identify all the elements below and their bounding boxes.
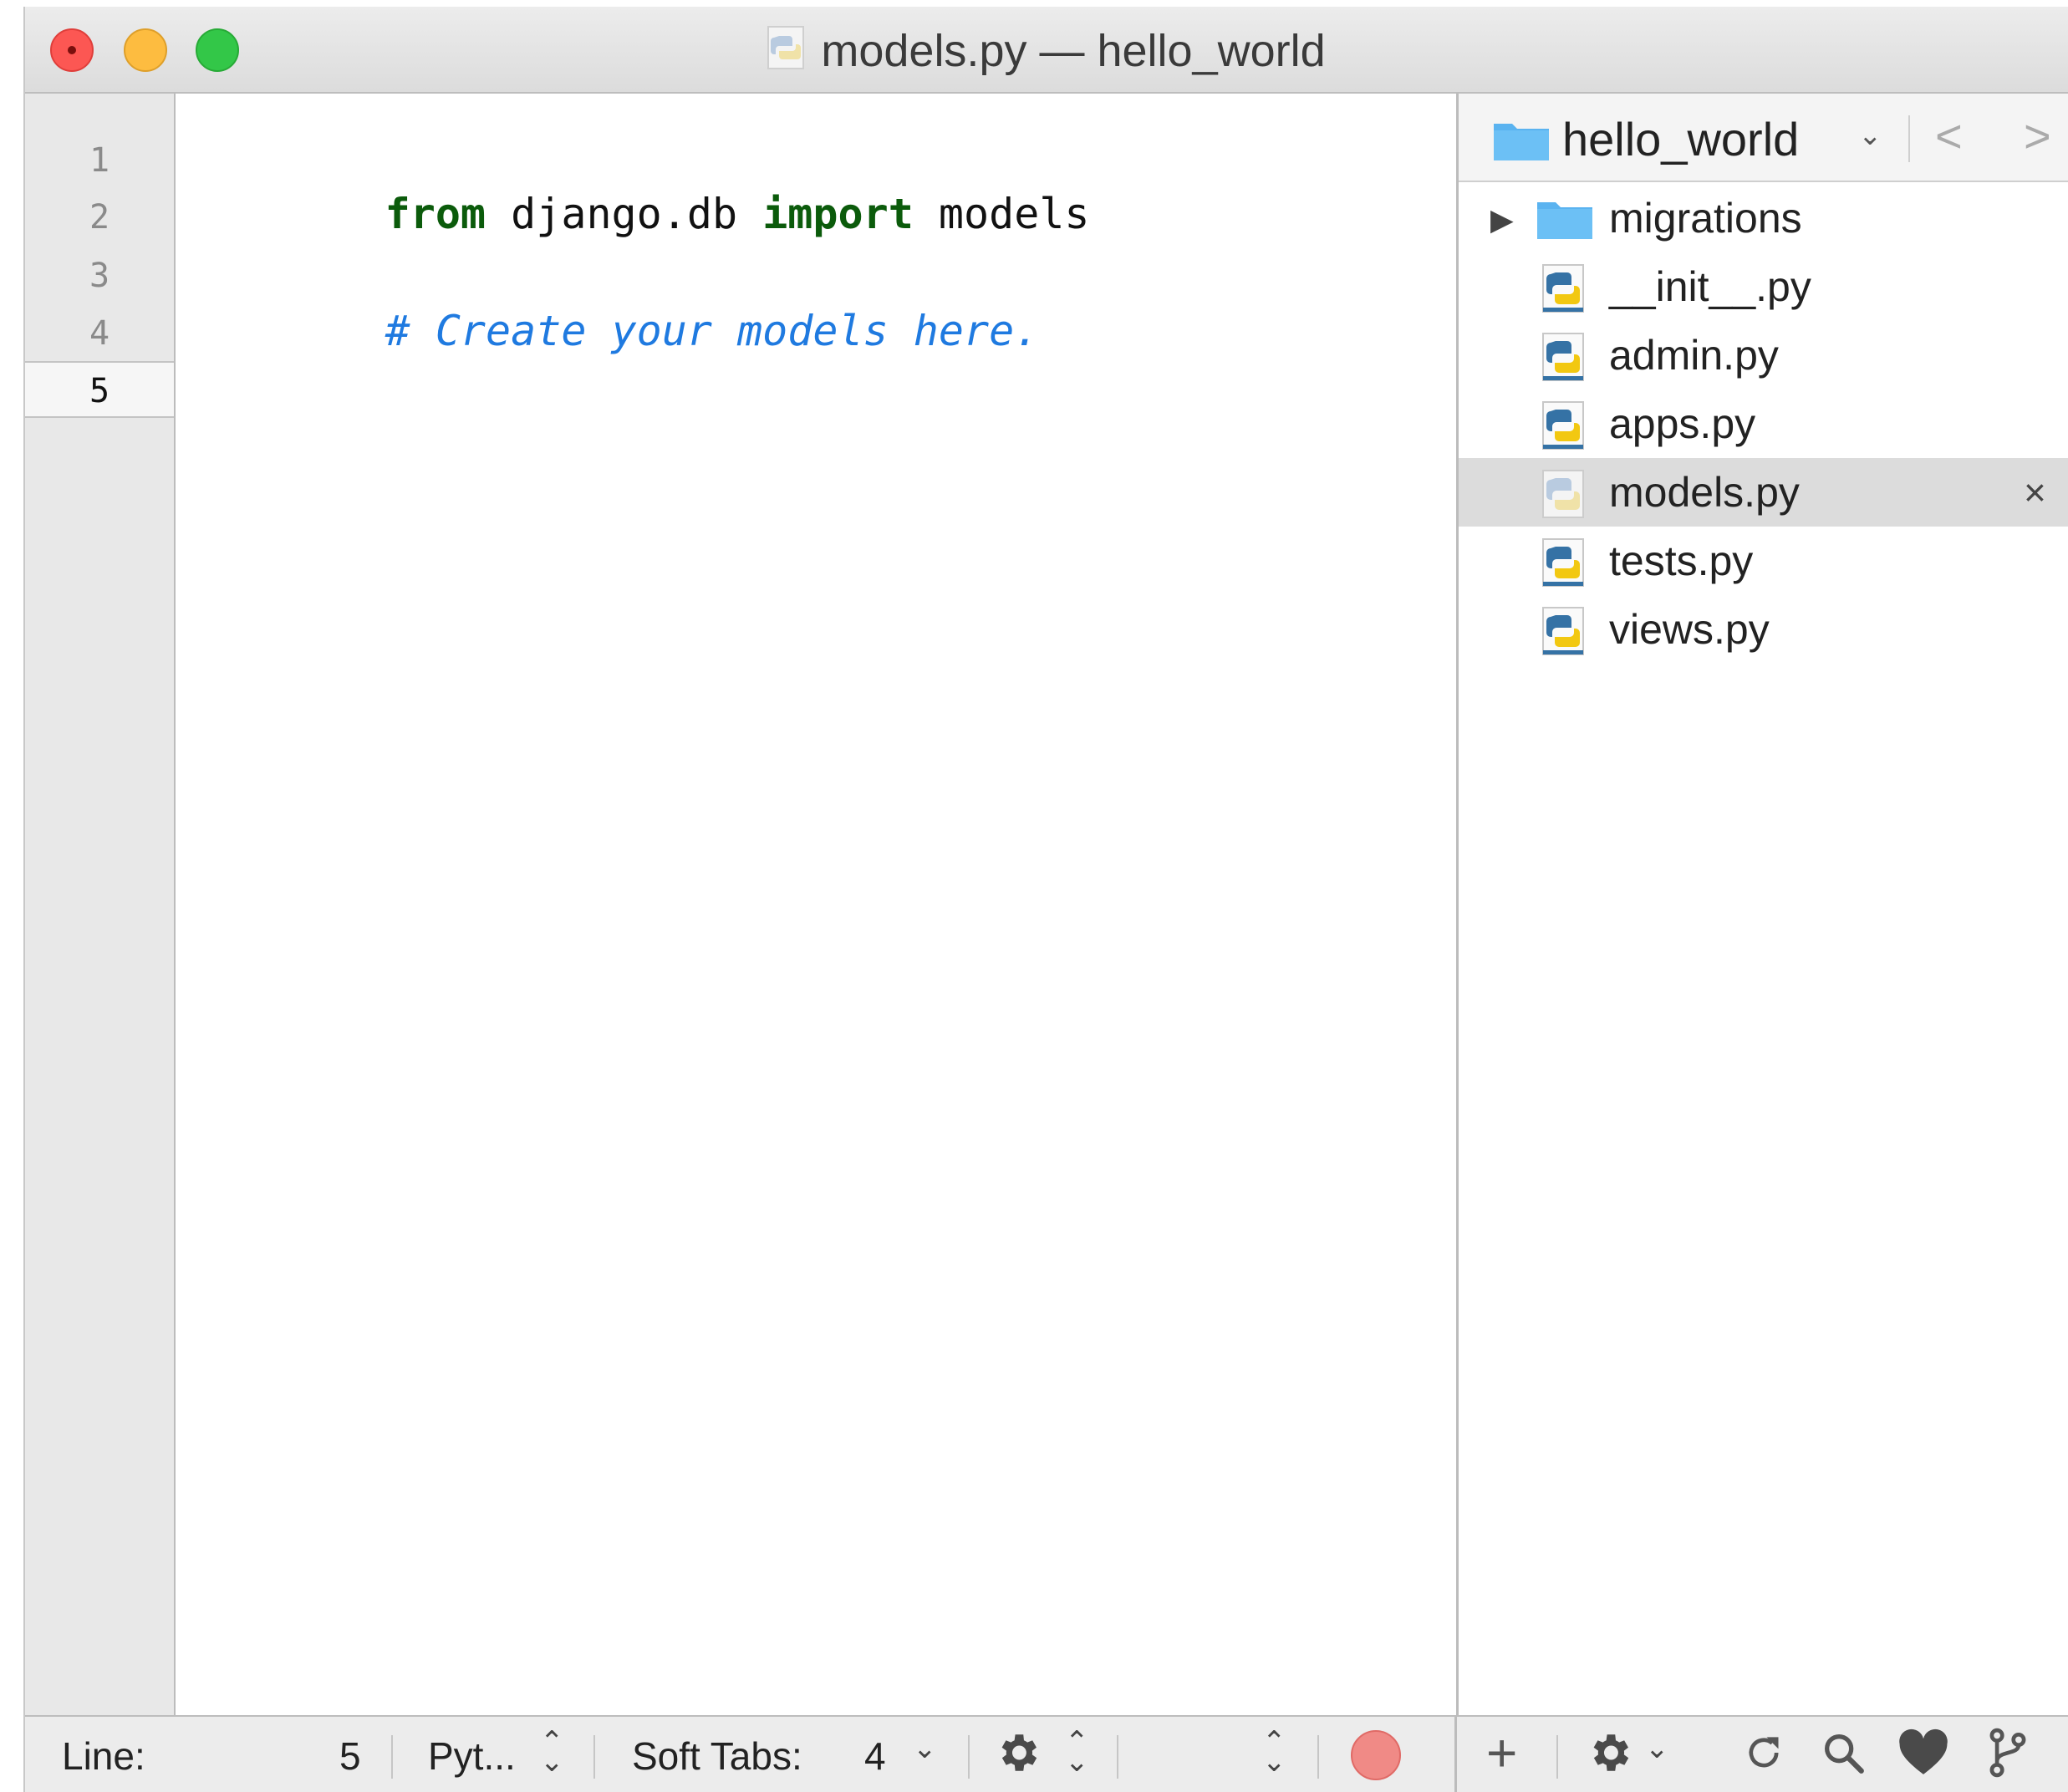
separator [1117,1735,1118,1779]
tree-item-label: views.py [1609,606,1770,653]
separator [391,1735,393,1779]
tree-item-label: admin.py [1609,332,1779,379]
close-icon[interactable]: × [2024,470,2046,515]
title-bar: models.py — hello_world [25,7,2068,94]
code-editor[interactable]: from django.db import models # Create yo… [177,94,1456,1715]
project-header: hello_world ⌄ < > [1459,94,2068,182]
line-value[interactable]: 5 [339,1733,361,1779]
import-name: models [913,190,1090,238]
folder-icon [1492,119,1551,166]
record-macro-button[interactable] [1351,1730,1401,1780]
gear-icon[interactable] [993,1728,1042,1786]
python-file-icon [1542,333,1584,385]
forward-button[interactable]: > [2024,109,2051,163]
tree-item-views[interactable]: views.py [1459,595,2068,664]
tree-item-admin[interactable]: admin.py [1459,321,2068,389]
tree-item-init[interactable]: __init__.py [1459,252,2068,321]
chevron-down-icon[interactable]: ⌄ [1645,1734,1669,1763]
keyword-from: from [385,190,486,238]
updown-chevron-icon[interactable]: ⌃ ⌄ [1262,1728,1286,1776]
back-button[interactable]: < [1935,109,1963,163]
disclosure-triangle-icon[interactable]: ▶ [1490,202,1514,237]
code-line-3[interactable]: # Create your models here. [234,246,1040,355]
window-title: models.py — hello_world [25,25,2068,80]
line-number-gutter: 1 2 3 4 5 [25,94,176,1715]
language-selector[interactable]: Pyt... [428,1733,516,1779]
python-file-icon [1542,401,1584,454]
window-title-text: models.py — hello_world [821,26,1326,76]
refresh-icon[interactable] [1740,1728,1787,1786]
code-comment: # Create your models here. [385,307,1040,355]
tree-item-label: models.py [1609,469,1800,516]
chevron-down-icon[interactable]: ⌄ [1858,119,1882,152]
code-line-1[interactable]: from django.db import models [234,129,1090,238]
keyword-import: import [762,190,914,238]
line-number: 1 [89,141,110,180]
status-bar: Line: 5 Pyt... ⌃ ⌄ Soft Tabs: 4 ⌄ ⌃ ⌄ ⌃ ⌄ +… [25,1715,2068,1792]
chevron-down-icon[interactable]: ⌄ [913,1734,937,1763]
python-file-icon [1542,470,1584,522]
git-branch-icon[interactable] [1986,1727,2030,1788]
tree-item-apps[interactable]: apps.py [1459,389,2068,458]
line-number: 3 [89,257,110,295]
python-file-icon [1542,264,1584,317]
tree-item-models[interactable]: models.py × [1459,458,2068,527]
current-line-number: 5 [25,361,174,418]
tree-item-label: __init__.py [1609,263,1811,310]
tree-item-migrations[interactable]: ▶ migrations [1459,184,2068,252]
updown-chevron-icon[interactable]: ⌃ ⌄ [540,1728,564,1776]
updown-chevron-icon[interactable]: ⌃ ⌄ [1065,1728,1089,1776]
add-button[interactable]: + [1486,1722,1517,1784]
project-name[interactable]: hello_world [1562,112,1799,166]
folder-icon [1536,199,1594,245]
tree-item-label: migrations [1609,195,1802,242]
editor-window: models.py — hello_world 1 2 3 4 5 from d… [23,7,2068,1792]
module-name: django.db [486,190,763,238]
line-number: 2 [89,198,110,237]
python-file-icon [767,26,805,80]
separator [1454,1717,1457,1792]
tree-item-label: apps.py [1609,400,1756,447]
python-file-icon [1542,538,1584,591]
tree-item-label: tests.py [1609,537,1754,584]
heart-icon[interactable] [1897,1728,1949,1786]
separator [1556,1735,1558,1779]
soft-tabs-value[interactable]: 4 [864,1733,886,1779]
tree-item-tests[interactable]: tests.py [1459,527,2068,595]
soft-tabs-label[interactable]: Soft Tabs: [632,1733,802,1779]
separator [968,1735,970,1779]
separator [1317,1735,1319,1779]
python-file-icon [1542,607,1584,659]
line-label: Line: [62,1734,145,1778]
separator [593,1735,595,1779]
header-divider [1908,115,1910,162]
line-number: 4 [89,314,110,353]
project-sidebar: hello_world ⌄ < > ▶ migrations __init__.… [1456,94,2068,1715]
gear-icon[interactable] [1585,1728,1633,1786]
search-icon[interactable] [1819,1728,1867,1786]
